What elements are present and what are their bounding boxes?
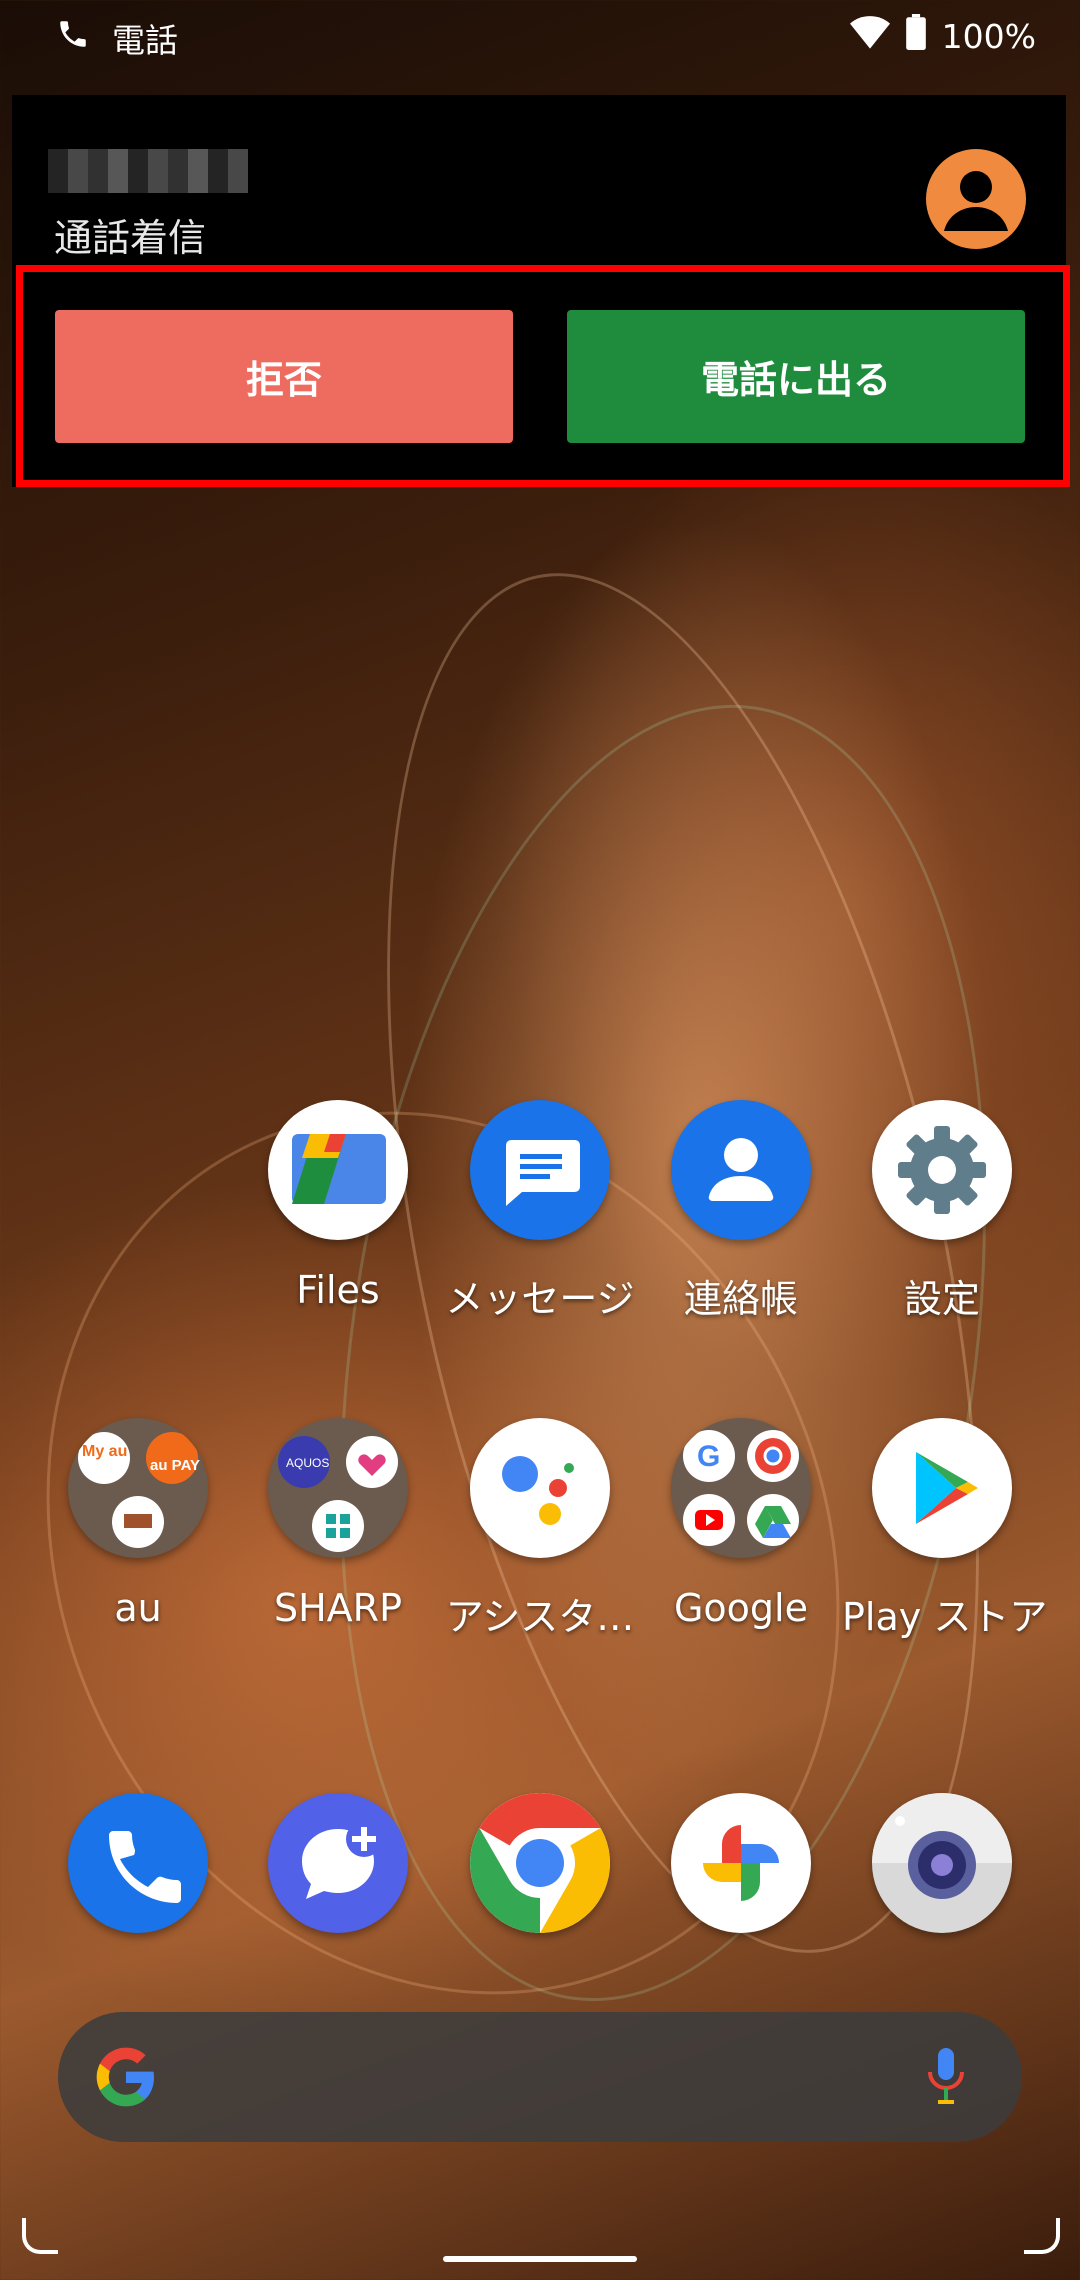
caller-avatar-icon — [926, 149, 1026, 249]
au-pay-label: au PAY — [150, 1457, 200, 1474]
app-label: Files — [296, 1268, 380, 1312]
back-gesture-corner-left — [22, 2218, 58, 2254]
dock-phone[interactable] — [38, 1793, 238, 1933]
call-status-text: 通話着信 — [54, 216, 207, 260]
files-icon — [268, 1100, 408, 1240]
status-bar: 電話 100% — [0, 0, 1080, 72]
app-assistant[interactable]: アシスタ… — [440, 1418, 640, 1641]
messages-icon — [470, 1100, 610, 1240]
dock-chrome[interactable] — [440, 1793, 640, 1933]
app-label: 連絡帳 — [683, 1277, 798, 1321]
phone-status-icon — [56, 17, 90, 59]
messages-plus-icon — [268, 1793, 408, 1933]
answer-call-button[interactable]: 電話に出る — [567, 310, 1025, 443]
sharp-folder-icon: AQUOS — [268, 1418, 408, 1558]
app-files[interactable]: Files — [238, 1100, 438, 1312]
chrome-icon — [470, 1793, 610, 1933]
microphone-icon[interactable] — [926, 2048, 966, 2112]
battery-icon — [905, 14, 926, 58]
home-gesture-bar[interactable] — [443, 2256, 637, 2262]
reject-call-button[interactable]: 拒否 — [55, 310, 513, 443]
back-gesture-corner-right — [1024, 2218, 1060, 2254]
gear-icon — [872, 1100, 1012, 1240]
folder-google[interactable]: G Google — [641, 1418, 841, 1630]
aquos-label: AQUOS — [286, 1456, 329, 1470]
contacts-icon — [671, 1100, 811, 1240]
google-folder-icon: G — [671, 1418, 811, 1558]
dock-photos[interactable] — [641, 1793, 841, 1933]
dock-camera[interactable] — [842, 1793, 1042, 1933]
camera-icon — [872, 1793, 1012, 1933]
app-label: Play ストア — [842, 1595, 1048, 1639]
app-label: Google — [673, 1586, 808, 1630]
dock-messages[interactable] — [238, 1793, 438, 1933]
photos-icon — [671, 1793, 811, 1933]
app-label: au — [114, 1586, 162, 1630]
app-contacts[interactable]: 連絡帳 — [641, 1100, 841, 1323]
my-au-label: My au — [82, 1443, 127, 1460]
app-label: メッセージ — [445, 1277, 635, 1321]
folder-au[interactable]: My au au PAY au — [38, 1418, 238, 1630]
app-messages[interactable]: メッセージ — [440, 1100, 640, 1323]
app-play-store[interactable]: Play ストア — [842, 1418, 1048, 1641]
app-label: アシスタ… — [445, 1595, 635, 1639]
phone-icon — [68, 1793, 208, 1933]
au-folder-icon: My au au PAY — [68, 1418, 208, 1558]
app-settings[interactable]: 設定 — [842, 1100, 1042, 1323]
google-logo-icon — [94, 2045, 158, 2113]
svg-text:G: G — [697, 1440, 720, 1473]
caller-name-redacted — [48, 149, 248, 193]
app-label: 設定 — [903, 1277, 980, 1321]
app-label: SHARP — [273, 1586, 402, 1630]
google-search-bar[interactable] — [58, 2012, 1022, 2142]
assistant-icon — [470, 1418, 610, 1558]
play-store-icon — [872, 1418, 1012, 1558]
folder-sharp[interactable]: AQUOS SHARP — [238, 1418, 438, 1630]
battery-percent: 100% — [941, 16, 1036, 56]
status-app-name: 電話 — [112, 21, 178, 60]
wifi-icon — [849, 15, 890, 57]
